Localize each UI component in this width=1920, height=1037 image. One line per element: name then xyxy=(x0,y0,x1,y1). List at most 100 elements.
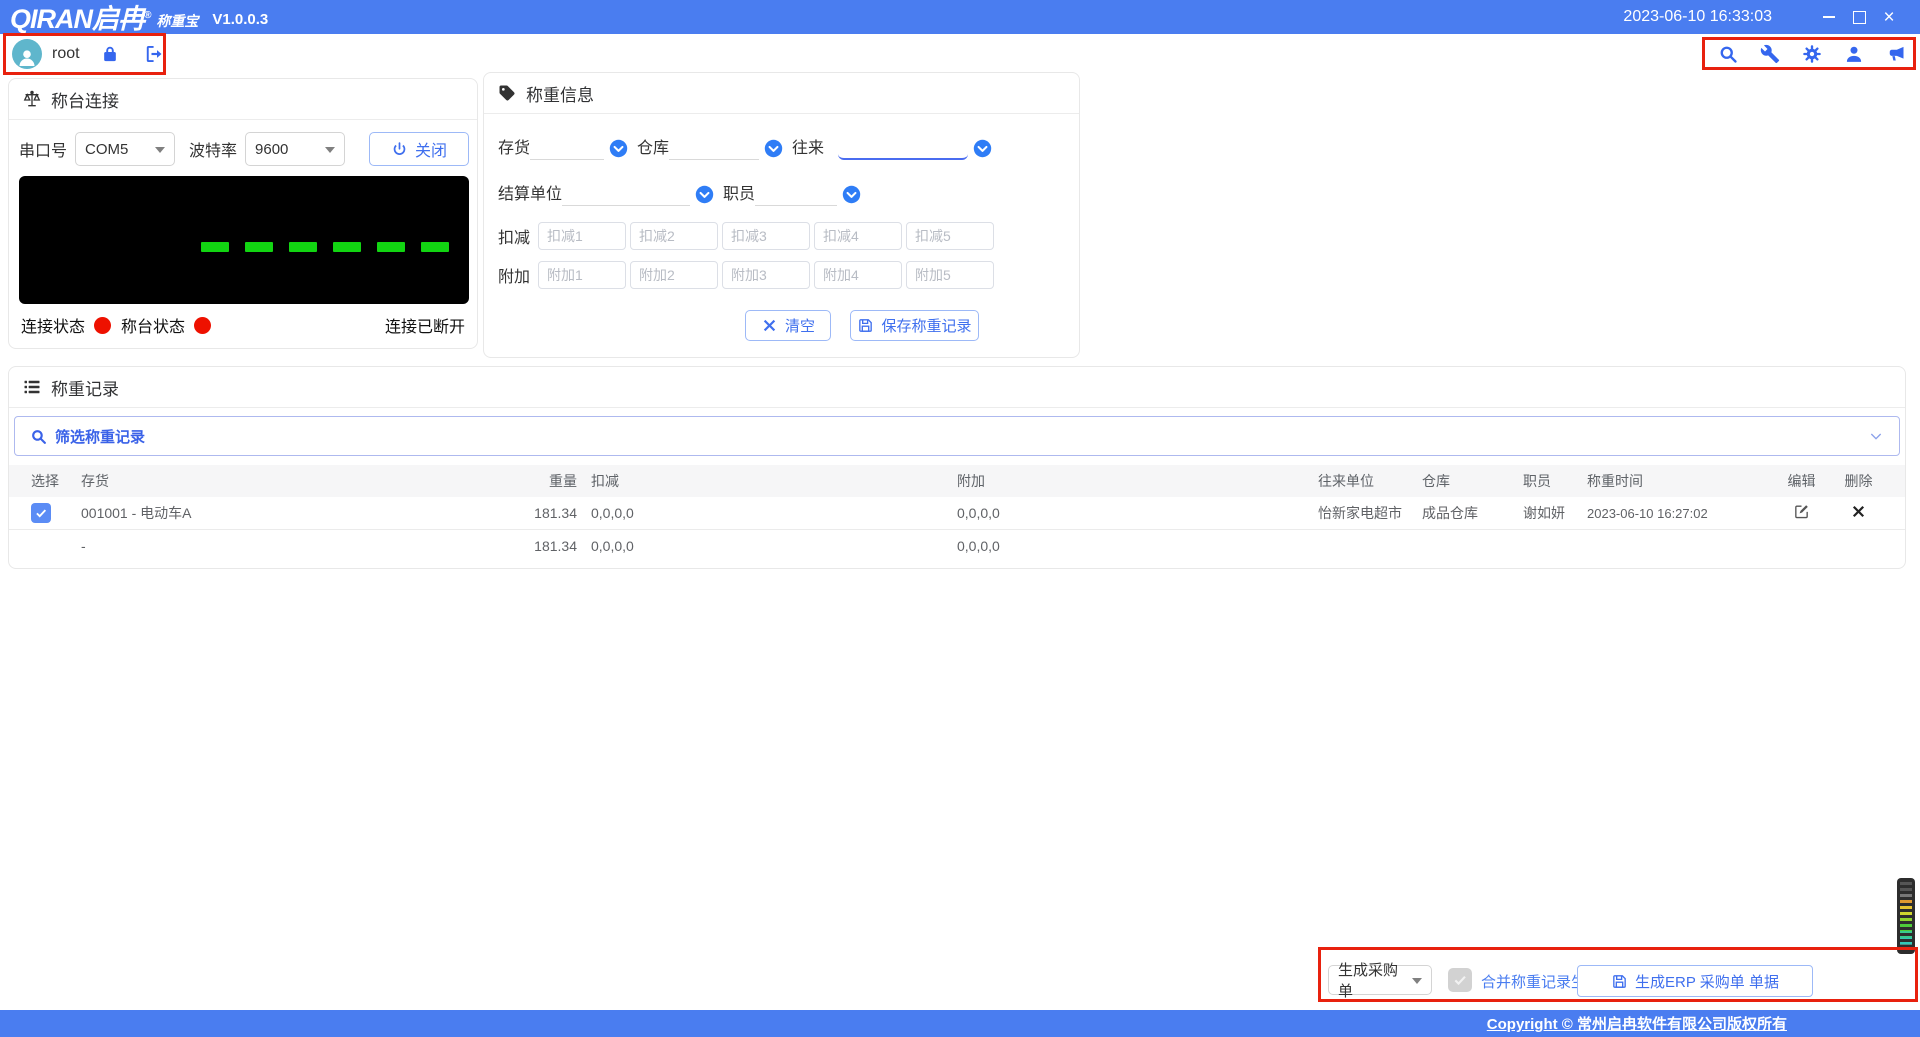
copyright-link[interactable]: Copyright © 常州启冉软件有限公司版权所有 xyxy=(1487,1013,1787,1034)
records-table: 选择 存货 重量 扣减 附加 往来单位 仓库 职员 称重时间 编辑 删除 001… xyxy=(9,465,1905,562)
delete-row-button[interactable] xyxy=(1850,503,1867,520)
color-strip-indicator xyxy=(1897,878,1915,954)
scale-status-label: 称台状态 xyxy=(121,319,186,336)
app-window: QIRAN启冉® 称重宝 V1.0.0.3 2023-06-10 16:33:0… xyxy=(0,0,1920,1037)
cell-staff: 谢如妍 xyxy=(1523,505,1565,521)
close-icon: × xyxy=(1883,6,1895,28)
deduct-input-5[interactable] xyxy=(906,222,994,250)
settle-unit-dropdown-button[interactable] xyxy=(695,185,714,204)
baud-select-value: 9600 xyxy=(255,140,289,158)
scale-panel-title: 称台连接 xyxy=(51,91,119,111)
close-connection-button[interactable]: 关闭 xyxy=(369,132,469,166)
save-record-button[interactable]: 保存称重记录 xyxy=(850,310,979,341)
logout-button[interactable] xyxy=(144,44,164,64)
maximize-button[interactable] xyxy=(1844,4,1874,30)
registered-mark: ® xyxy=(144,9,151,21)
led-dash xyxy=(377,242,405,252)
edit-icon xyxy=(1795,505,1808,519)
led-dash xyxy=(333,242,361,252)
user-avatar[interactable] xyxy=(12,39,42,69)
app-version: V1.0.0.3 xyxy=(212,10,269,28)
extra-input-3[interactable] xyxy=(722,261,810,289)
extra-input-2[interactable] xyxy=(630,261,718,289)
weighing-info-panel: 称重信息 存货 仓库 往来 结算单位 职员 扣减 扣减1 扣减2 扣减3 扣减4… xyxy=(483,72,1080,358)
led-dash-row xyxy=(201,242,449,252)
maximize-icon xyxy=(1852,10,1866,24)
col-select: 选择 xyxy=(31,473,59,489)
staff-dropdown-button[interactable] xyxy=(842,185,861,204)
scale-panel-header: 称台连接 xyxy=(9,79,477,120)
deduct-label: 扣减 xyxy=(498,230,531,247)
caret-down-icon xyxy=(1412,977,1422,989)
gear-icon xyxy=(1803,45,1821,63)
deduct-input-3[interactable] xyxy=(722,222,810,250)
app-logo: QIRAN启冉® xyxy=(10,3,151,34)
doc-type-value: 生成采购单 xyxy=(1338,962,1399,1000)
partner-dropdown-button[interactable] xyxy=(973,139,992,158)
power-icon xyxy=(393,141,406,155)
merge-records-checkbox[interactable] xyxy=(1448,968,1472,992)
wrench-icon xyxy=(1760,44,1780,64)
check-icon xyxy=(1454,975,1466,986)
settle-unit-label: 结算单位 xyxy=(498,186,563,203)
cell-time: 2023-06-10 16:27:02 xyxy=(1587,505,1708,521)
deduct-input-4[interactable] xyxy=(814,222,902,250)
doc-type-select[interactable]: 生成采购单 xyxy=(1328,962,1432,1000)
megaphone-icon xyxy=(1889,46,1904,61)
partner-input[interactable] xyxy=(838,136,969,160)
col-delete: 删除 xyxy=(1844,473,1873,489)
extra-input-1[interactable] xyxy=(538,261,626,289)
lock-icon xyxy=(103,46,116,62)
baud-select[interactable]: 9600 xyxy=(245,132,346,166)
scale-connection-panel: 称台连接 串口号 COM5 波特率 9600 关闭 连接状态 称台状态 连接已断… xyxy=(8,78,478,349)
edit-row-button[interactable] xyxy=(1793,503,1810,520)
tag-icon xyxy=(499,85,515,101)
check-icon xyxy=(36,509,47,518)
lock-button[interactable] xyxy=(100,44,120,64)
led-dash xyxy=(245,242,273,252)
records-table-header: 选择 存货 重量 扣减 附加 往来单位 仓库 职员 称重时间 编辑 删除 xyxy=(9,465,1905,497)
deduct-input-2[interactable] xyxy=(630,222,718,250)
titlebar-datetime: 2023-06-10 16:33:03 xyxy=(1623,8,1772,25)
announcement-button[interactable] xyxy=(1886,44,1906,64)
clear-button[interactable]: 清空 xyxy=(745,310,831,341)
cell-extra: 0,0,0,0 xyxy=(957,505,1000,521)
generate-erp-button-label: 生成ERP 采购单 单据 xyxy=(1635,973,1779,991)
row-checkbox[interactable] xyxy=(31,503,51,523)
connection-message: 连接已断开 xyxy=(384,319,465,336)
close-button[interactable]: × xyxy=(1874,4,1904,30)
account-button[interactable] xyxy=(1844,44,1864,64)
minimize-button[interactable] xyxy=(1814,4,1844,30)
warehouse-dropdown-button[interactable] xyxy=(764,139,783,158)
led-dash xyxy=(201,242,229,252)
extra-input-4[interactable] xyxy=(814,261,902,289)
search-button[interactable] xyxy=(1718,44,1738,64)
warehouse-input[interactable] xyxy=(669,136,760,160)
led-dash xyxy=(289,242,317,252)
footer-bar: Copyright © 常州启冉软件有限公司版权所有 xyxy=(0,1010,1920,1037)
chevron-down-circle-icon xyxy=(842,185,861,204)
tools-button[interactable] xyxy=(1760,44,1780,64)
summary-extra: 0,0,0,0 xyxy=(957,538,1000,554)
generate-erp-button[interactable]: 生成ERP 采购单 单据 xyxy=(1577,965,1813,997)
extra-input-5[interactable] xyxy=(906,261,994,289)
filter-records-bar[interactable]: 筛选称重记录 xyxy=(14,416,1900,456)
inventory-dropdown-button[interactable] xyxy=(609,139,628,158)
settings-button[interactable] xyxy=(1802,44,1822,64)
scale-status-indicator xyxy=(194,316,212,334)
cell-weight: 181.34 xyxy=(534,505,577,521)
username-label: root xyxy=(52,45,80,62)
userbar: root xyxy=(0,34,1920,74)
led-dash xyxy=(421,242,449,252)
summary-inventory: - xyxy=(81,538,86,554)
weight-led-display xyxy=(19,176,469,304)
close-connection-label: 关闭 xyxy=(414,143,447,160)
deduct-input-1[interactable] xyxy=(538,222,626,250)
settle-unit-input[interactable] xyxy=(562,182,691,206)
port-select[interactable]: COM5 xyxy=(75,132,176,166)
col-partner: 往来单位 xyxy=(1318,473,1374,489)
inventory-input[interactable] xyxy=(530,136,605,160)
staff-input[interactable] xyxy=(755,182,838,206)
filter-records-label: 筛选称重记录 xyxy=(55,428,146,446)
col-time: 称重时间 xyxy=(1587,473,1643,489)
